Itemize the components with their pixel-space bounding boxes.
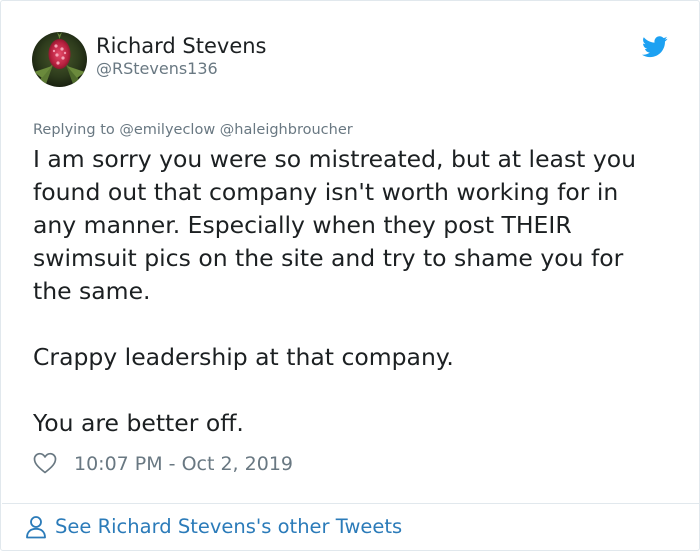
heart-icon[interactable] (33, 452, 57, 474)
author-display-name[interactable]: Richard Stevens (96, 32, 267, 60)
twitter-bird-icon[interactable] (642, 36, 668, 58)
see-other-tweets-label[interactable]: See Richard Stevens's other Tweets (55, 512, 402, 542)
footer-divider (2, 503, 699, 504)
avatar[interactable] (32, 32, 87, 87)
tweet-meta: 10:07 PM - Oct 2, 2019 (33, 450, 433, 478)
tweet-timestamp[interactable]: 10:07 PM - Oct 2, 2019 (74, 450, 293, 478)
tweet-card: Richard Stevens @RStevens136 Replying to… (0, 0, 700, 551)
replying-to-line[interactable]: Replying to @emilyeclow @haleighbroucher (33, 120, 353, 140)
person-icon (25, 515, 47, 539)
author-handle[interactable]: @RStevens136 (96, 58, 218, 80)
tweet-header: Richard Stevens @RStevens136 (32, 32, 672, 88)
see-other-tweets-link[interactable]: See Richard Stevens's other Tweets (25, 512, 445, 542)
tweet-text: I am sorry you were so mistreated, but a… (33, 145, 637, 437)
